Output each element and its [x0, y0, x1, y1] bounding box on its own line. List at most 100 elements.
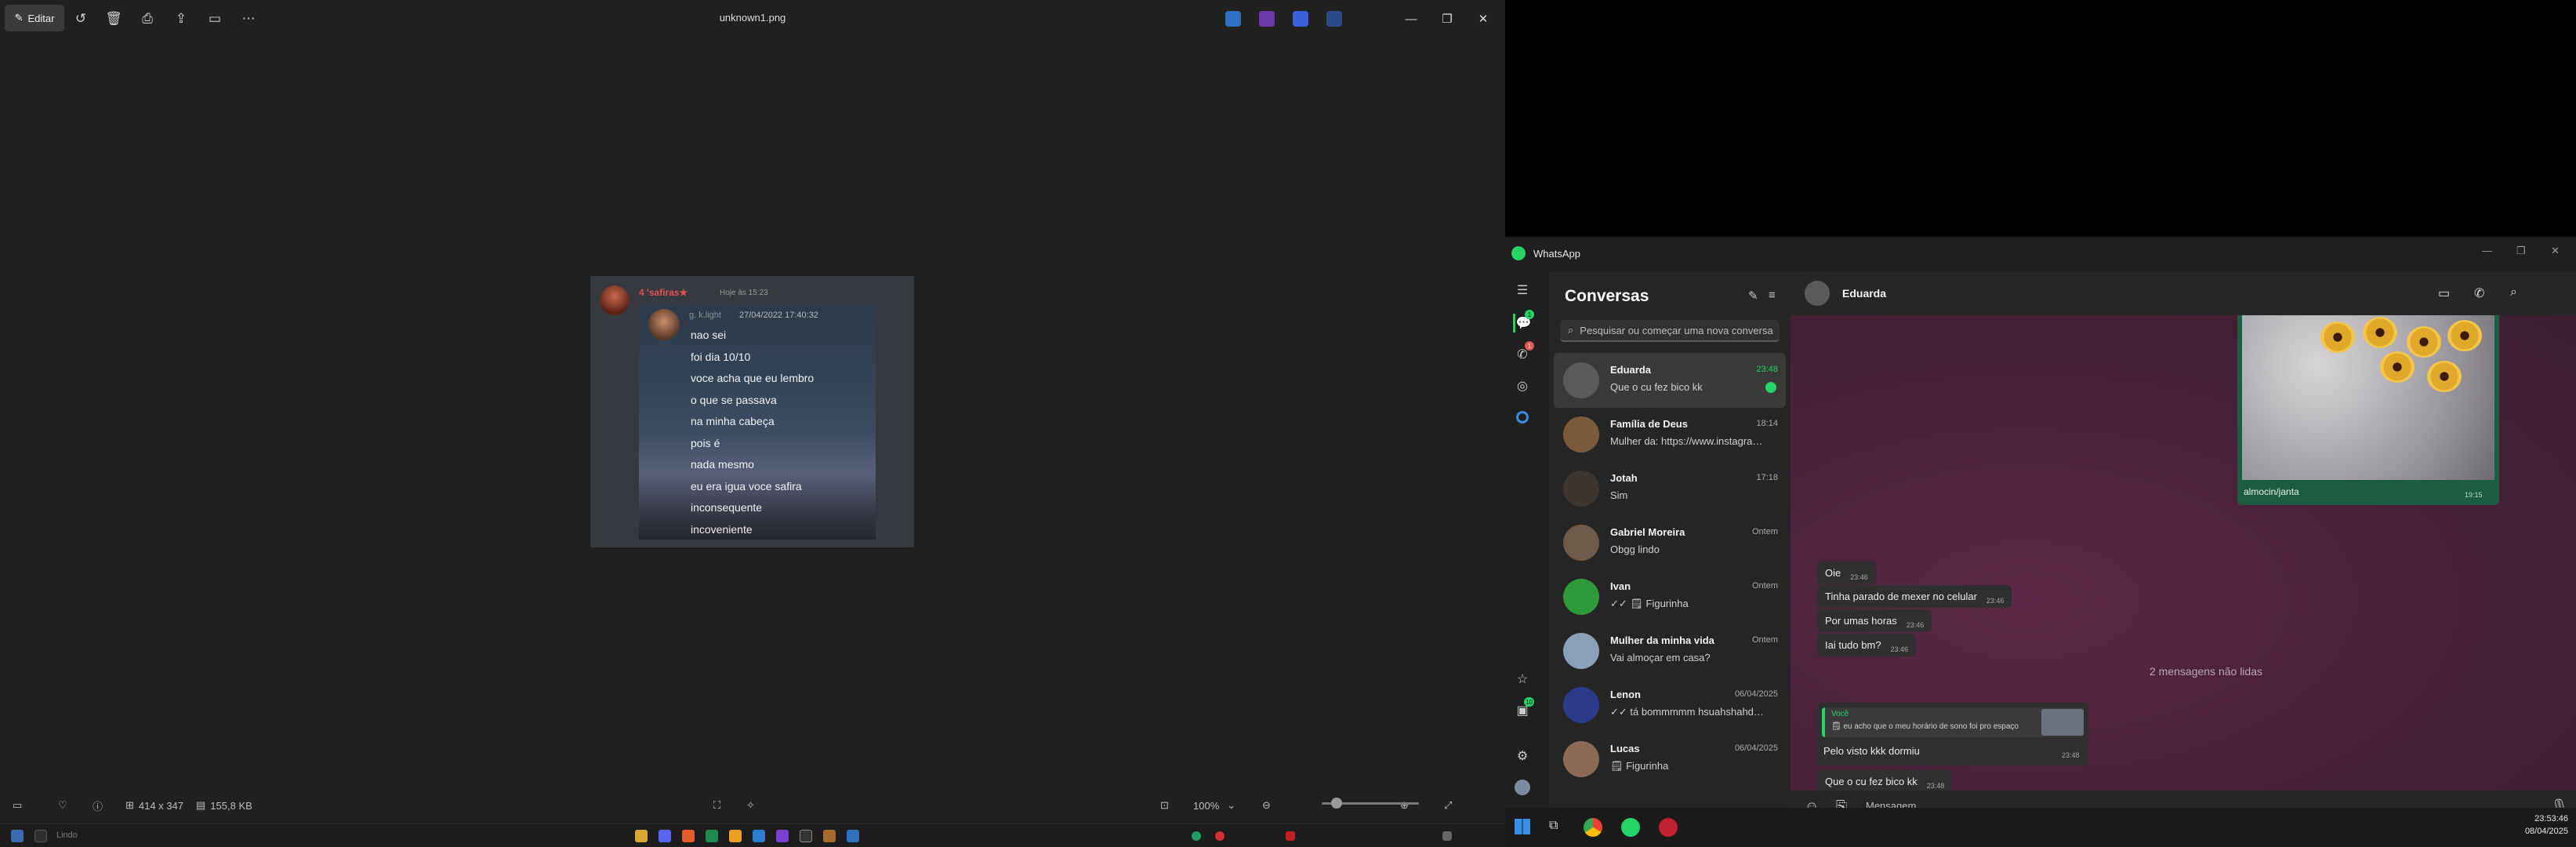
archived-icon[interactable]: ▣ 10	[1513, 697, 1534, 720]
app-icon[interactable]	[823, 830, 836, 842]
cookie-shape	[2407, 326, 2441, 358]
delete-icon[interactable]: 🗑	[100, 6, 127, 31]
settings-icon[interactable]: ⚙	[1513, 747, 1532, 765]
chats-badge: 1	[1525, 310, 1534, 319]
image-message[interactable]: almocin/janta 19:15	[2237, 315, 2499, 505]
app-icon[interactable]	[706, 830, 718, 842]
message-time: 23:46	[1986, 597, 2005, 605]
windows-start-icon[interactable]	[1515, 819, 1530, 834]
restore-icon[interactable]: ❐	[2516, 245, 2526, 257]
vscode-icon[interactable]	[753, 830, 765, 842]
app-icon[interactable]	[776, 830, 789, 842]
actual-size-icon[interactable]: ⊡	[1160, 787, 1169, 823]
fit-icon[interactable]: ⛶	[713, 787, 720, 823]
info-icon[interactable]: ⓘ	[93, 787, 103, 823]
zoom-level-dropdown[interactable]: 100% ⌄	[1193, 787, 1235, 823]
incoming-message[interactable]: Oie 23:46	[1817, 562, 1876, 584]
image-dimensions: ⊞ 414 x 347	[125, 787, 183, 823]
rotate-icon[interactable]: ↺	[67, 6, 94, 31]
conversation-item[interactable]: Lucas 06/04/2025 🗒 Figurinha	[1554, 732, 1786, 787]
message-text: Iai tudo bm?	[1825, 639, 1881, 651]
avatar	[1563, 362, 1599, 398]
close-icon[interactable]: ✕	[1468, 8, 1499, 30]
tray-icon[interactable]	[1215, 831, 1225, 841]
favorite-icon[interactable]: ♡	[58, 787, 67, 823]
calls-badge: 1	[1525, 341, 1534, 351]
app-shortcut-icon[interactable]	[1225, 11, 1241, 27]
new-chat-icon[interactable]: ✎	[1748, 289, 1758, 303]
avatar[interactable]	[1805, 281, 1830, 306]
voice-call-icon[interactable]: ✆	[2474, 285, 2484, 301]
conversation-item[interactable]: Eduarda 23:48 Que o cu fez bico kk	[1554, 353, 1786, 408]
starred-icon[interactable]: ☆	[1513, 670, 1532, 689]
browser-icon[interactable]	[682, 830, 695, 842]
incoming-message[interactable]: Tinha parado de mexer no celular 23:46	[1817, 585, 2012, 608]
chats-icon[interactable]: 💬 1	[1513, 310, 1534, 333]
chat-header: Eduarda ▭ ✆ ⌕	[1791, 271, 2576, 315]
restore-icon[interactable]: ❐	[1431, 8, 1463, 30]
zoom-slider-thumb[interactable]	[1331, 798, 1342, 809]
print-icon[interactable]: ⎙	[134, 6, 161, 31]
conversation-item[interactable]: Ivan Ontem ✓✓ 🗒 Figurinha	[1554, 569, 1786, 624]
zoom-in-icon[interactable]: ⊕	[1400, 787, 1409, 823]
filmstrip-icon[interactable]: ▭	[13, 787, 22, 823]
edit-button[interactable]: ✎ Editar	[5, 5, 64, 31]
tray-icon[interactable]	[1286, 831, 1295, 841]
incoming-message[interactable]: Que o cu fez bico kk 23:48	[1817, 770, 1953, 793]
status-icon[interactable]: ◎	[1513, 376, 1532, 395]
tray-icon[interactable]	[1192, 831, 1201, 841]
search-icon[interactable]: ⌕	[2510, 285, 2517, 300]
profile-avatar[interactable]	[1513, 778, 1532, 797]
discord-icon[interactable]	[659, 830, 671, 842]
start-icon[interactable]	[11, 830, 24, 842]
incoming-message[interactable]: Por umas horas 23:46	[1817, 609, 1932, 632]
more-options-icon[interactable]: ⋯	[235, 6, 262, 31]
conversation-item[interactable]: Jotah 17:18 Sim	[1554, 461, 1786, 516]
taskbar-search-text[interactable]: Lindo	[56, 831, 78, 840]
notification-icon[interactable]	[1442, 831, 1452, 841]
quoted-message[interactable]: Você 🗒 eu acho que o meu horário de sono…	[1822, 707, 2084, 737]
quoted-text: 🗒 eu acho que o meu horário de sono foi …	[1831, 722, 2019, 731]
photos-icon[interactable]	[847, 830, 859, 842]
info-panel-icon[interactable]: ▭	[201, 6, 228, 31]
conversation-time: 17:18	[1756, 473, 1778, 482]
whatsapp-logo-icon	[1511, 246, 1526, 260]
conversation-item[interactable]: Gabriel Moreira Ontem Obgg lindo	[1554, 515, 1786, 570]
fullscreen-icon[interactable]: ⤢	[1444, 787, 1452, 823]
terminal-icon[interactable]	[800, 830, 812, 842]
video-call-icon[interactable]: ▭	[2438, 285, 2450, 301]
share-icon[interactable]: ⇪	[168, 6, 194, 31]
calls-icon[interactable]: ✆ 1	[1513, 341, 1534, 364]
file-explorer-icon[interactable]	[635, 830, 648, 842]
contact-name[interactable]: Eduarda	[1842, 287, 1886, 300]
zoom-out-icon[interactable]: ⊖	[1262, 787, 1271, 823]
conversation-item[interactable]: Lenon 06/04/2025 ✓✓ tá bommmmm hsuahshahdu…	[1554, 678, 1786, 732]
message-line: nada mesmo	[691, 458, 754, 471]
app-shortcut-icon[interactable]	[1326, 11, 1342, 27]
minimize-icon[interactable]: —	[1395, 8, 1427, 30]
minimize-icon[interactable]: —	[2482, 245, 2492, 256]
close-icon[interactable]: ✕	[2551, 245, 2560, 257]
app-shortcut-icon[interactable]	[1293, 11, 1308, 27]
menu-icon[interactable]: ☰	[1513, 281, 1532, 300]
app-icon[interactable]	[1659, 818, 1678, 837]
app-icon[interactable]	[729, 830, 742, 842]
reply-message[interactable]: Você 🗒 eu acho que o meu horário de sono…	[1817, 703, 2088, 765]
clock-time[interactable]: 23:53:46	[2493, 814, 2568, 823]
meta-ai-icon[interactable]	[1513, 408, 1532, 427]
conversation-item[interactable]: Mulher da minha vida Ontem Vai almoçar em …	[1554, 623, 1786, 678]
chrome-icon[interactable]	[1584, 818, 1602, 837]
conversation-preview: Obgg lindo	[1610, 543, 1660, 555]
task-view-icon[interactable]: ⧉	[1549, 819, 1558, 833]
search-input[interactable]: ⌕ Pesquisar ou começar uma nova conversa	[1560, 320, 1780, 342]
search-icon[interactable]	[34, 830, 47, 842]
food-photo[interactable]	[2242, 315, 2494, 480]
enhance-icon[interactable]: ✧	[746, 787, 755, 823]
filter-icon[interactable]: ≡	[1769, 289, 1776, 302]
message-text: Por umas horas	[1825, 615, 1897, 627]
clock-date[interactable]: 08/04/2025	[2493, 827, 2568, 836]
app-shortcut-icon[interactable]	[1259, 11, 1275, 27]
conversation-item[interactable]: Família de Deus 18:14 Mulher da: https://w…	[1554, 407, 1786, 462]
whatsapp-icon[interactable]	[1621, 818, 1640, 837]
incoming-message[interactable]: Iai tudo bm? 23:46	[1817, 634, 1917, 656]
